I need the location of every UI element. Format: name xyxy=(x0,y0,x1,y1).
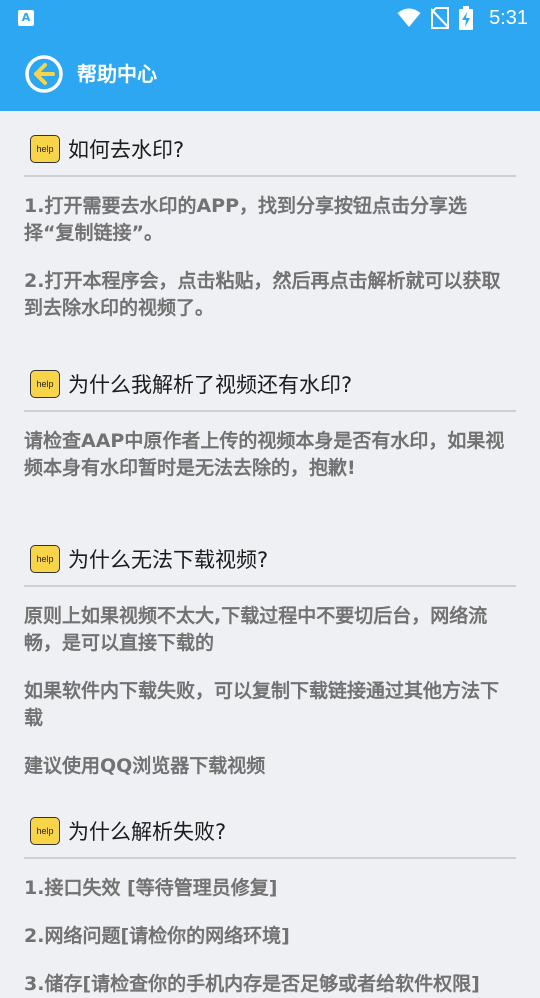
divider xyxy=(24,585,516,587)
divider xyxy=(24,175,516,177)
faq-section: help 为什么我解析了视频还有水印? 请检查AAP中原作者上传的视频本身是否有… xyxy=(0,322,540,482)
help-icon: help xyxy=(30,370,60,398)
faq-section: help 为什么无法下载视频? 原则上如果视频不太大,下载过程中不要切后台，网络… xyxy=(0,482,540,780)
question-title: 为什么无法下载视频? xyxy=(68,548,269,572)
faq-section: help 为什么解析失败? 1.接口失效 [等待管理员修复] 2.网络问题[请检… xyxy=(0,780,540,998)
wifi-icon xyxy=(397,8,421,27)
back-button[interactable] xyxy=(24,54,64,94)
status-icons: 5:31 xyxy=(397,0,528,36)
question-row: help 为什么无法下载视频? xyxy=(24,541,516,577)
question-row: help 为什么解析失败? xyxy=(24,813,516,849)
answer-text: 2.网络问题[请检你的网络环境] xyxy=(24,925,290,947)
answer-text: 2.打开本程序会，点击粘贴，然后再点击解析就可以获取到去除水印的视频了。 xyxy=(24,270,501,319)
status-bar: A 5:31 xyxy=(0,0,540,36)
divider xyxy=(24,857,516,859)
answer-text: 建议使用QQ浏览器下载视频 xyxy=(24,755,266,777)
back-arrow-icon xyxy=(25,55,63,93)
question-title: 如何去水印? xyxy=(68,138,185,162)
answer-text: 1.打开需要去水印的APP，找到分享按钮点击分享选择“复制链接”。 xyxy=(24,195,467,244)
page-title: 帮助中心 xyxy=(77,62,157,86)
help-icon: help xyxy=(30,817,60,845)
question-row: help 为什么我解析了视频还有水印? xyxy=(24,366,516,402)
question-title: 为什么解析失败? xyxy=(68,820,227,844)
help-icon: help xyxy=(30,545,60,573)
help-content: help 如何去水印? 1.打开需要去水印的APP，找到分享按钮点击分享选择“复… xyxy=(0,111,540,998)
help-icon: help xyxy=(30,135,60,163)
answer-text: 原则上如果视频不太大,下载过程中不要切后台，网络流畅，是可以直接下载的 xyxy=(24,605,488,654)
divider xyxy=(24,410,516,412)
answer-text: 3.储存[请检查你的手机内存是否足够或者给软件权限] xyxy=(24,973,480,995)
question-row: help 如何去水印? xyxy=(24,131,516,167)
answer-text: 如果软件内下载失败，可以复制下载链接通过其他方法下载 xyxy=(24,680,500,729)
app-notification-icon: A xyxy=(18,10,34,26)
no-sim-icon xyxy=(431,7,450,29)
question-title: 为什么我解析了视频还有水印? xyxy=(68,373,353,397)
answer-text: 请检查AAP中原作者上传的视频本身是否有水印，如果视频本身有水印暂时是无法去除的… xyxy=(24,430,505,479)
clock: 5:31 xyxy=(489,6,528,29)
faq-section: help 如何去水印? 1.打开需要去水印的APP，找到分享按钮点击分享选择“复… xyxy=(0,111,540,322)
answer-text: 1.接口失效 [等待管理员修复] xyxy=(24,877,278,899)
app-bar: 帮助中心 xyxy=(0,36,540,111)
battery-charging-icon xyxy=(459,6,474,30)
